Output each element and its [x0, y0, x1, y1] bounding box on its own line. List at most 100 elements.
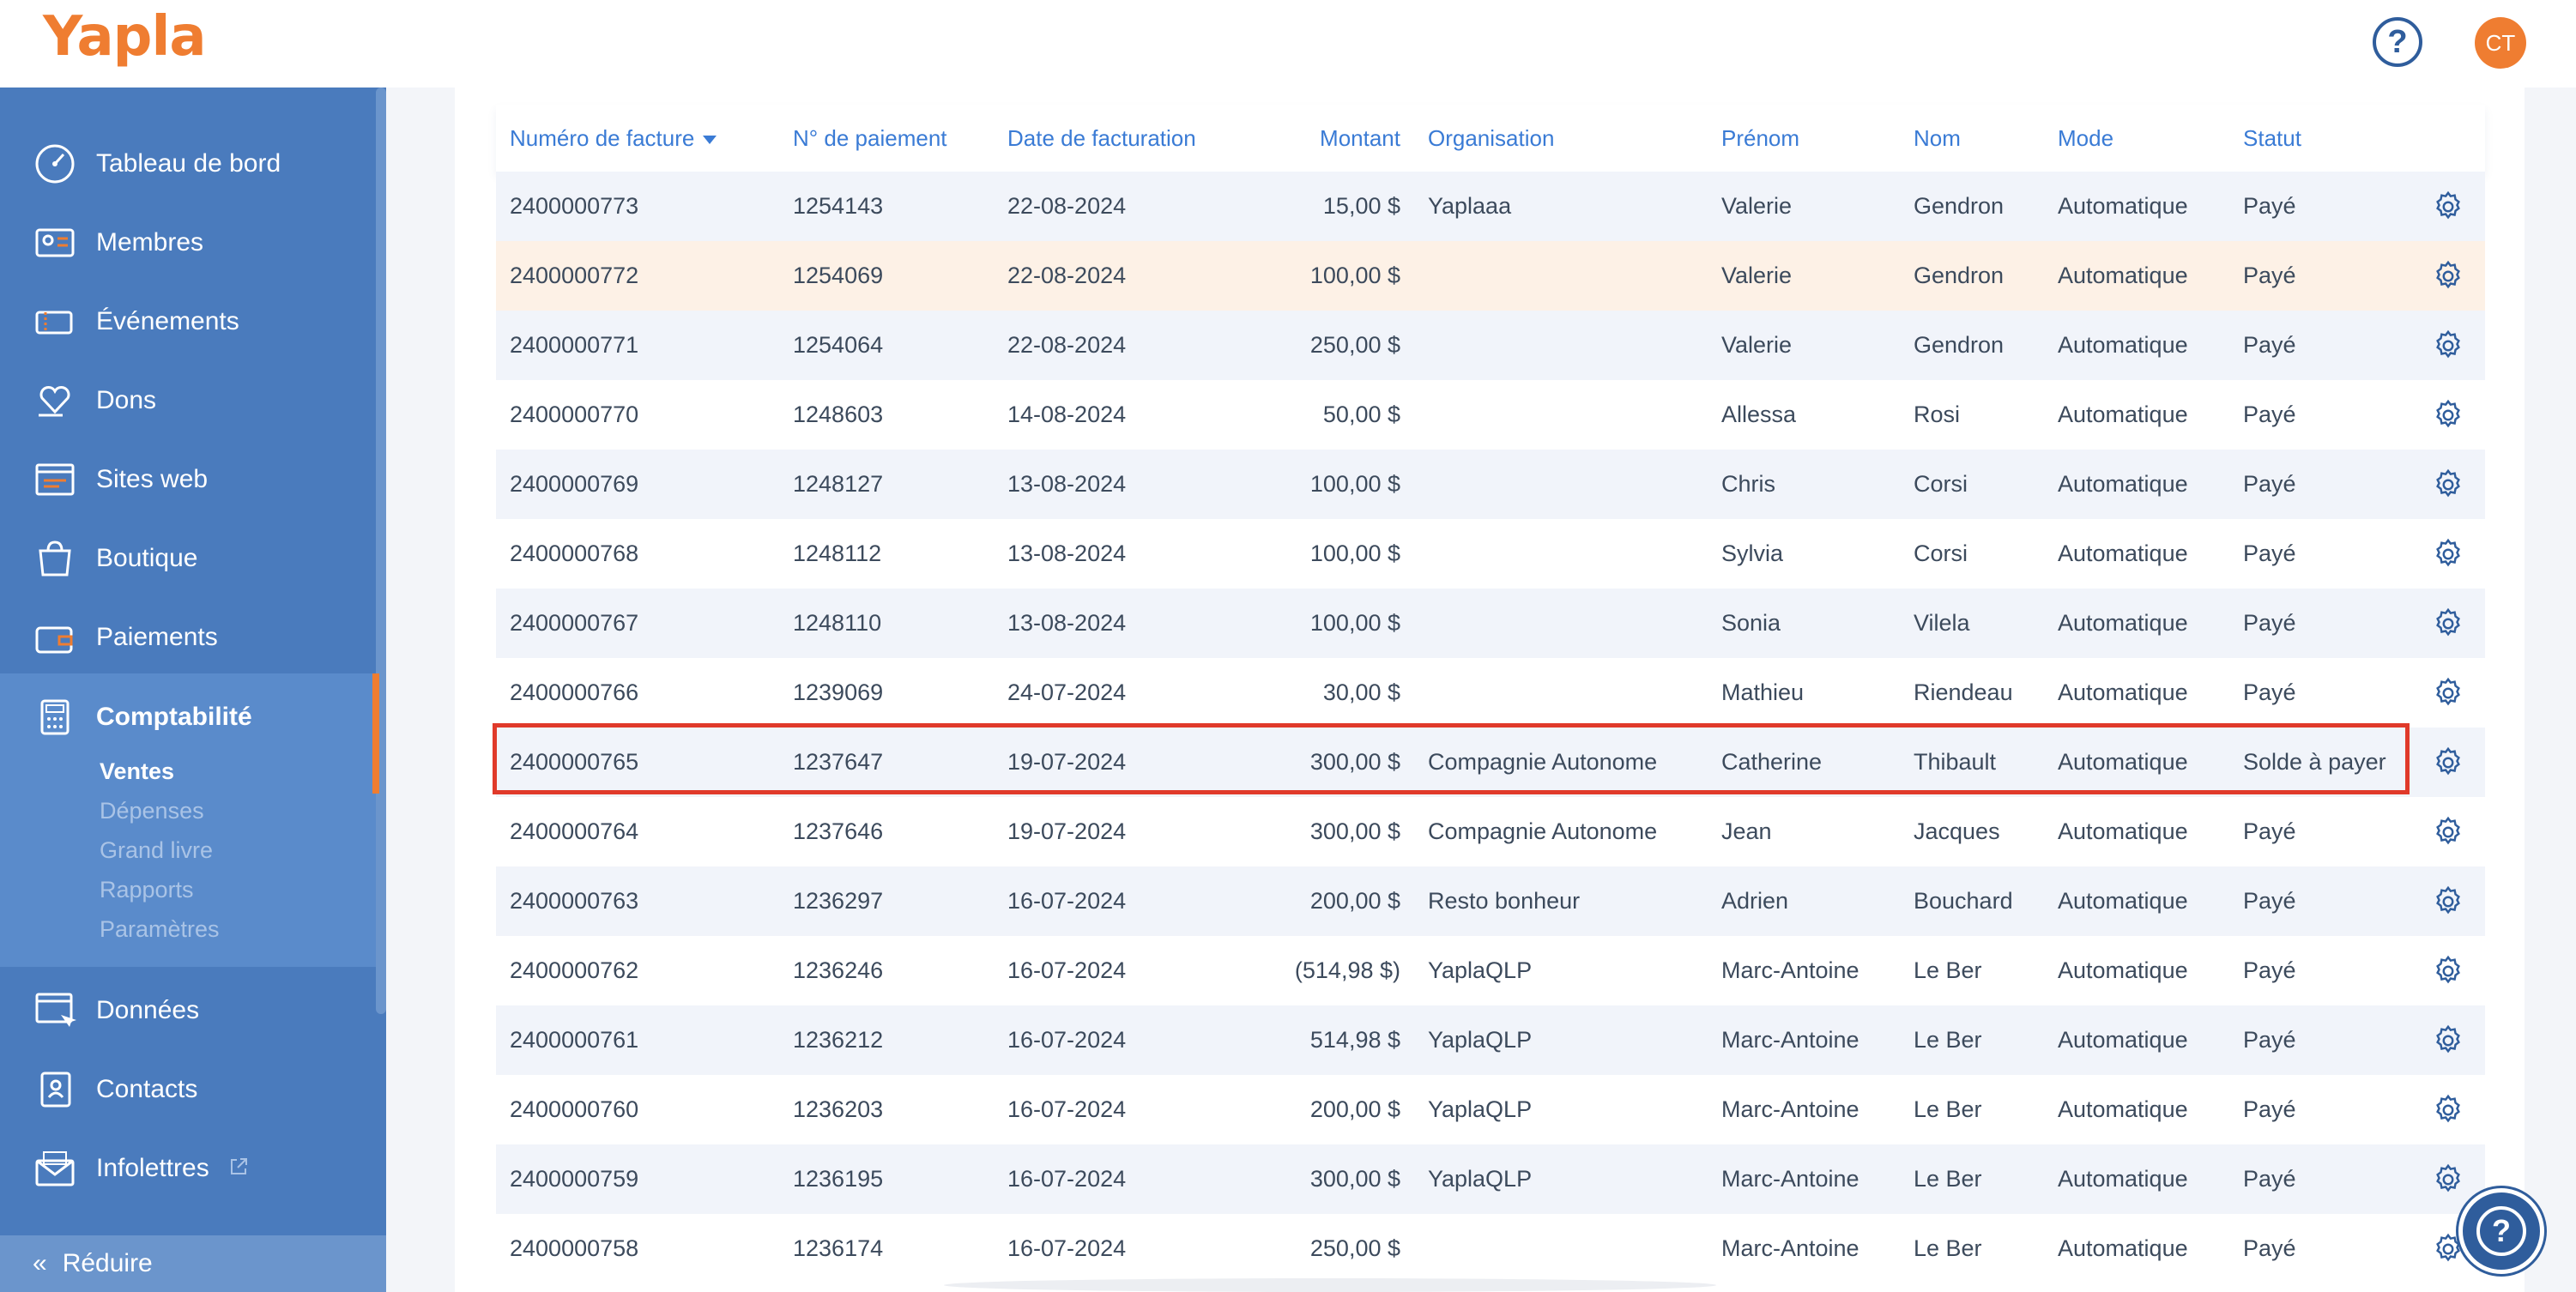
- table-row[interactable]: 2400000762 1236246 16-07-2024 (514,98 $) Yap…: [496, 936, 2485, 1005]
- sidebar-item-donnees[interactable]: Données: [0, 971, 376, 1050]
- member-card-icon: [33, 220, 77, 265]
- sidebar-sub-depenses[interactable]: Dépenses: [100, 798, 204, 824]
- col-amount-cell: (514,98 $): [1294, 957, 1400, 983]
- col-mode-cell: Automatique: [2058, 957, 2188, 983]
- gear-icon[interactable]: [2432, 677, 2464, 709]
- gear-icon[interactable]: [2432, 607, 2464, 640]
- sidebar-item-membres[interactable]: Membres: [0, 203, 376, 282]
- table-row[interactable]: 2400000770 1248603 14-08-2024 50,00 $ Alless…: [496, 380, 2485, 450]
- sidebar-item-sites-web[interactable]: Sites web: [0, 440, 376, 519]
- sidebar-item-contacts[interactable]: Contacts: [0, 1050, 376, 1129]
- gear-icon[interactable]: [2432, 1094, 2464, 1126]
- col-organisation-header[interactable]: Organisation: [1428, 125, 1554, 152]
- sidebar-scrollbar[interactable]: [376, 88, 386, 1014]
- col-mode-cell: Automatique: [2058, 818, 2188, 844]
- col-first-name-header[interactable]: Prénom: [1721, 125, 1799, 152]
- col-first-name-cell: Jean: [1721, 818, 1772, 844]
- col-payment-number-header[interactable]: N° de paiement: [793, 125, 947, 152]
- collapse-sidebar-button[interactable]: « Réduire: [0, 1235, 386, 1292]
- col-first-name-cell: Chris: [1721, 471, 1776, 497]
- gear-icon[interactable]: [2432, 1163, 2464, 1196]
- table-row[interactable]: 2400000758 1236174 16-07-2024 250,00 $ Marc-…: [496, 1214, 2485, 1283]
- col-amount-cell: 100,00 $: [1309, 471, 1400, 497]
- col-invoice-number-cell: 2400000761: [510, 1027, 639, 1053]
- sidebar-item-evenements[interactable]: Événements: [0, 282, 376, 361]
- col-mode-header[interactable]: Mode: [2058, 125, 2113, 152]
- table-row[interactable]: 2400000759 1236195 16-07-2024 300,00 $ Yapla…: [496, 1144, 2485, 1214]
- heart-hand-icon: [33, 378, 77, 423]
- sidebar-sub-grand-livre[interactable]: Grand livre: [100, 837, 213, 864]
- gear-icon[interactable]: [2432, 746, 2464, 779]
- help-question-icon[interactable]: ?: [2373, 17, 2422, 67]
- col-last-name-cell: Vilela: [1914, 610, 1970, 636]
- gear-icon[interactable]: [2432, 399, 2464, 432]
- table-row[interactable]: 2400000773 1254143 22-08-2024 15,00 $ Yaplaa…: [496, 172, 2485, 241]
- table-row[interactable]: 2400000767 1248110 13-08-2024 100,00 $ Sonia…: [496, 589, 2485, 658]
- col-amount-header[interactable]: Montant: [1201, 125, 1400, 152]
- sidebar-item-dons[interactable]: Dons: [0, 361, 376, 440]
- col-last-name-cell: Rosi: [1914, 401, 1961, 427]
- wallet-icon: [33, 615, 77, 660]
- gear-icon[interactable]: [2432, 955, 2464, 987]
- col-mode-cell: Automatique: [2058, 471, 2188, 497]
- col-amount-cell: 250,00 $: [1309, 332, 1400, 358]
- table-row[interactable]: 2400000764 1237646 19-07-2024 300,00 $ Compa…: [496, 797, 2485, 866]
- table-row[interactable]: 2400000772 1254069 22-08-2024 100,00 $ Valer…: [496, 241, 2485, 311]
- user-avatar[interactable]: CT: [2475, 17, 2526, 69]
- support-help-button[interactable]: ?: [2458, 1188, 2544, 1274]
- sidebar-sub-parametres[interactable]: Paramètres: [100, 916, 220, 943]
- col-last-name-cell: Le Ber: [1914, 1027, 1982, 1053]
- col-mode-cell: Automatique: [2058, 888, 2188, 914]
- gear-icon[interactable]: [2432, 816, 2464, 848]
- col-first-name-cell: Marc-Antoine: [1721, 1096, 1859, 1122]
- sidebar-item-tableau-de-bord[interactable]: Tableau de bord: [0, 124, 376, 203]
- table-row[interactable]: 2400000771 1254064 22-08-2024 250,00 $ Valer…: [496, 311, 2485, 380]
- sidebar-item-paiements[interactable]: Paiements: [0, 598, 376, 677]
- col-invoice-number-cell: 2400000767: [510, 610, 639, 636]
- col-last-name-cell: Bouchard: [1914, 888, 2013, 914]
- table-row[interactable]: 2400000768 1248112 13-08-2024 100,00 $ Sylvi…: [496, 519, 2485, 589]
- sidebar-item-label: Contacts: [96, 1075, 198, 1103]
- col-invoice-number-cell: 2400000758: [510, 1235, 639, 1261]
- gear-icon[interactable]: [2432, 538, 2464, 571]
- gear-icon[interactable]: [2432, 260, 2464, 293]
- col-last-name-header[interactable]: Nom: [1914, 125, 1961, 152]
- sidebar-item-comptabilite[interactable]: Comptabilité: [0, 678, 376, 757]
- col-invoice-number-header[interactable]: Numéro de facture: [510, 125, 717, 152]
- sidebar-item-label: Événements: [96, 307, 239, 335]
- gear-icon[interactable]: [2432, 329, 2464, 362]
- table-row[interactable]: 2400000760 1236203 16-07-2024 200,00 $ Yapla…: [496, 1075, 2485, 1144]
- top-header: Yapla ? CT: [0, 0, 2576, 88]
- gear-icon[interactable]: [2432, 1024, 2464, 1057]
- col-payment-number-cell: 1248603: [793, 401, 884, 427]
- sidebar-item-label: Sites web: [96, 465, 209, 493]
- table-row[interactable]: 2400000763 1236297 16-07-2024 200,00 $ Resto…: [496, 866, 2485, 936]
- col-payment-number-cell: 1254064: [793, 332, 884, 358]
- table-row[interactable]: 2400000769 1248127 13-08-2024 100,00 $ Chris…: [496, 450, 2485, 519]
- col-first-name-cell: Allessa: [1721, 401, 1797, 427]
- gear-icon[interactable]: [2432, 885, 2464, 918]
- col-first-name-cell: Valerie: [1721, 193, 1793, 219]
- yapla-logo[interactable]: Yapla: [43, 5, 207, 69]
- sidebar-item-boutique[interactable]: Boutique: [0, 519, 376, 598]
- header-label: Statut: [2243, 125, 2301, 151]
- col-invoice-date-header[interactable]: Date de facturation: [1007, 125, 1196, 152]
- col-invoice-number-cell: 2400000771: [510, 332, 639, 358]
- sidebar-item-infolettres[interactable]: Infolettres: [0, 1129, 376, 1208]
- col-amount-cell: 200,00 $: [1309, 1096, 1400, 1122]
- gear-icon[interactable]: [2432, 468, 2464, 501]
- col-status-cell: Payé: [2243, 471, 2296, 497]
- col-invoice-number-cell: 2400000759: [510, 1166, 639, 1192]
- header-label: Organisation: [1428, 125, 1555, 151]
- sidebar-sub-rapports[interactable]: Rapports: [100, 877, 194, 903]
- col-invoice-date-cell: 13-08-2024: [1007, 471, 1127, 497]
- col-status-header[interactable]: Statut: [2243, 125, 2301, 152]
- col-payment-number-cell: 1248110: [793, 610, 882, 636]
- col-mode-cell: Automatique: [2058, 263, 2188, 288]
- sidebar-sub-ventes[interactable]: Ventes: [100, 758, 174, 785]
- gear-icon[interactable]: [2432, 190, 2464, 223]
- table-row[interactable]: 2400000766 1239069 24-07-2024 30,00 $ Mathie…: [496, 658, 2485, 728]
- double-chevron-left-icon: «: [33, 1249, 47, 1277]
- external-link-icon: [228, 1155, 249, 1175]
- table-row[interactable]: 2400000761 1236212 16-07-2024 514,98 $ Yapla…: [496, 1005, 2485, 1075]
